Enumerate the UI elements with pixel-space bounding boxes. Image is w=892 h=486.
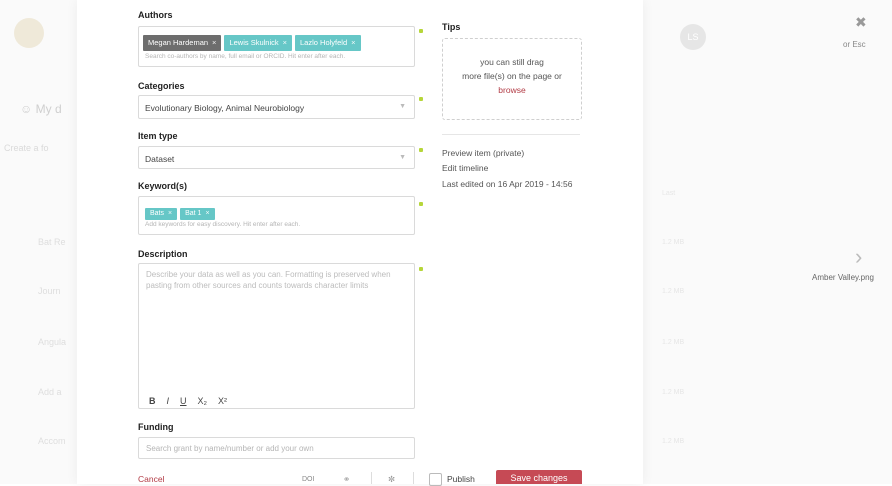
divider <box>442 134 580 135</box>
chevron-down-icon: ▼ <box>399 154 406 161</box>
keyword-tags: Bats × Bat 1 × <box>145 202 218 220</box>
bg-cell-2: 1.2 MB <box>662 288 685 295</box>
divider <box>371 472 372 484</box>
drop-text-1: you can still drag <box>480 57 544 67</box>
logo <box>14 18 44 48</box>
link-icon[interactable]: ⚭ <box>343 474 350 485</box>
bg-cell-1: 1.2 MB <box>662 239 685 246</box>
subscript-icon[interactable]: X₂ <box>198 396 208 406</box>
authors-hint: Search co-authors by name, full email or… <box>145 53 346 60</box>
avatar: LS <box>680 24 706 50</box>
categories-label: Categories <box>138 81 185 91</box>
edit-item-modal: Authors Megan Hardeman × Lewis Skulnick × La… <box>77 0 643 486</box>
description-placeholder: Describe your data as well as you can. F… <box>146 270 391 290</box>
publish-label: Publish <box>447 474 475 484</box>
tips-title: Tips <box>442 22 461 32</box>
last-edited-text: Last edited on 16 Apr 2019 - 14:56 <box>442 179 573 189</box>
next-file-name[interactable]: Amber Valley.png <box>812 272 874 283</box>
bg-cell-3: 1.2 MB <box>662 339 685 346</box>
author-tag[interactable]: Megan Hardeman × <box>143 35 222 51</box>
description-editor[interactable]: Describe your data as well as you can. F… <box>138 263 415 409</box>
bg-cell-4: 1.2 MB <box>662 389 685 396</box>
chevron-down-icon: ▼ <box>399 103 406 110</box>
preview-link[interactable]: Preview item (private) <box>442 148 524 158</box>
required-indicator <box>419 202 423 206</box>
user-icon: ☺ <box>20 102 33 116</box>
item-type-select[interactable]: Dataset ▼ <box>138 146 415 169</box>
doi-button[interactable]: DOI <box>302 476 314 483</box>
author-tag[interactable]: Lazlo Holyfeld × <box>295 35 361 51</box>
author-tags: Megan Hardeman × Lewis Skulnick × Lazlo Holy… <box>143 32 364 51</box>
item-type-label: Item type <box>138 131 178 141</box>
bg-row-3: Angula <box>38 337 67 347</box>
remove-icon[interactable]: × <box>351 38 355 47</box>
funding-input[interactable]: Search grant by name/number or add your … <box>138 437 415 459</box>
author-tag[interactable]: Lewis Skulnick × <box>224 35 293 51</box>
funding-placeholder: Search grant by name/number or add your … <box>146 444 314 453</box>
bg-row-5: Accom <box>38 436 66 446</box>
embargo-icon[interactable]: ✼ <box>388 474 395 485</box>
funding-label: Funding <box>138 422 174 432</box>
edit-timeline-link[interactable]: Edit timeline <box>442 163 488 173</box>
publish-checkbox[interactable] <box>429 473 442 486</box>
keywords-hint: Add keywords for easy discovery. Hit ent… <box>145 221 301 228</box>
close-icon[interactable]: ✖ <box>855 14 867 31</box>
keyword-tag[interactable]: Bat 1 × <box>180 208 215 220</box>
bg-row-2: Journ <box>38 286 61 296</box>
bg-row-4: Add a <box>38 387 62 397</box>
categories-select[interactable]: Evolutionary Biology, Animal Neurobiolog… <box>138 95 415 119</box>
underline-icon[interactable]: U <box>180 396 187 406</box>
authors-label: Authors <box>138 10 173 20</box>
bg-row-1: Bat Re <box>38 237 66 247</box>
required-indicator <box>419 29 423 33</box>
required-indicator <box>419 97 423 101</box>
bold-icon[interactable]: B <box>149 396 156 406</box>
bg-cell-5: 1.2 MB <box>662 438 685 445</box>
required-indicator <box>419 148 423 152</box>
remove-icon[interactable]: × <box>212 38 216 47</box>
keywords-field[interactable]: Bats × Bat 1 × Add keywords for easy discov… <box>138 196 415 235</box>
formatting-toolbar: B I U X₂ X² <box>149 391 238 409</box>
description-label: Description <box>138 249 188 259</box>
authors-field[interactable]: Megan Hardeman × Lewis Skulnick × Lazlo Holy… <box>138 26 415 67</box>
cancel-button[interactable]: Cancel <box>138 474 164 484</box>
save-changes-button[interactable]: Save changes <box>496 470 582 484</box>
italic-icon[interactable]: I <box>167 396 170 406</box>
keyword-tag[interactable]: Bats × <box>145 208 178 220</box>
close-hint: or Esc <box>843 40 866 49</box>
remove-icon[interactable]: × <box>283 38 287 47</box>
required-indicator <box>419 267 423 271</box>
chevron-right-icon[interactable]: › <box>855 246 862 268</box>
divider <box>413 472 414 484</box>
file-drop-zone[interactable]: you can still drag more file(s) on the p… <box>442 38 582 120</box>
remove-icon[interactable]: × <box>168 210 172 217</box>
categories-value: Evolutionary Biology, Animal Neurobiolog… <box>145 103 305 113</box>
keywords-label: Keyword(s) <box>138 181 188 191</box>
drop-text-2: more file(s) on the page or <box>462 71 562 81</box>
item-type-value: Dataset <box>145 154 175 164</box>
remove-icon[interactable]: × <box>205 210 209 217</box>
superscript-icon[interactable]: X² <box>218 396 227 406</box>
browse-link[interactable]: browse <box>443 85 581 95</box>
bg-col-header: Last <box>662 190 676 197</box>
bg-create-folder-link: Create a fo <box>4 143 49 153</box>
bg-page-title: ☺ My d <box>20 102 62 116</box>
